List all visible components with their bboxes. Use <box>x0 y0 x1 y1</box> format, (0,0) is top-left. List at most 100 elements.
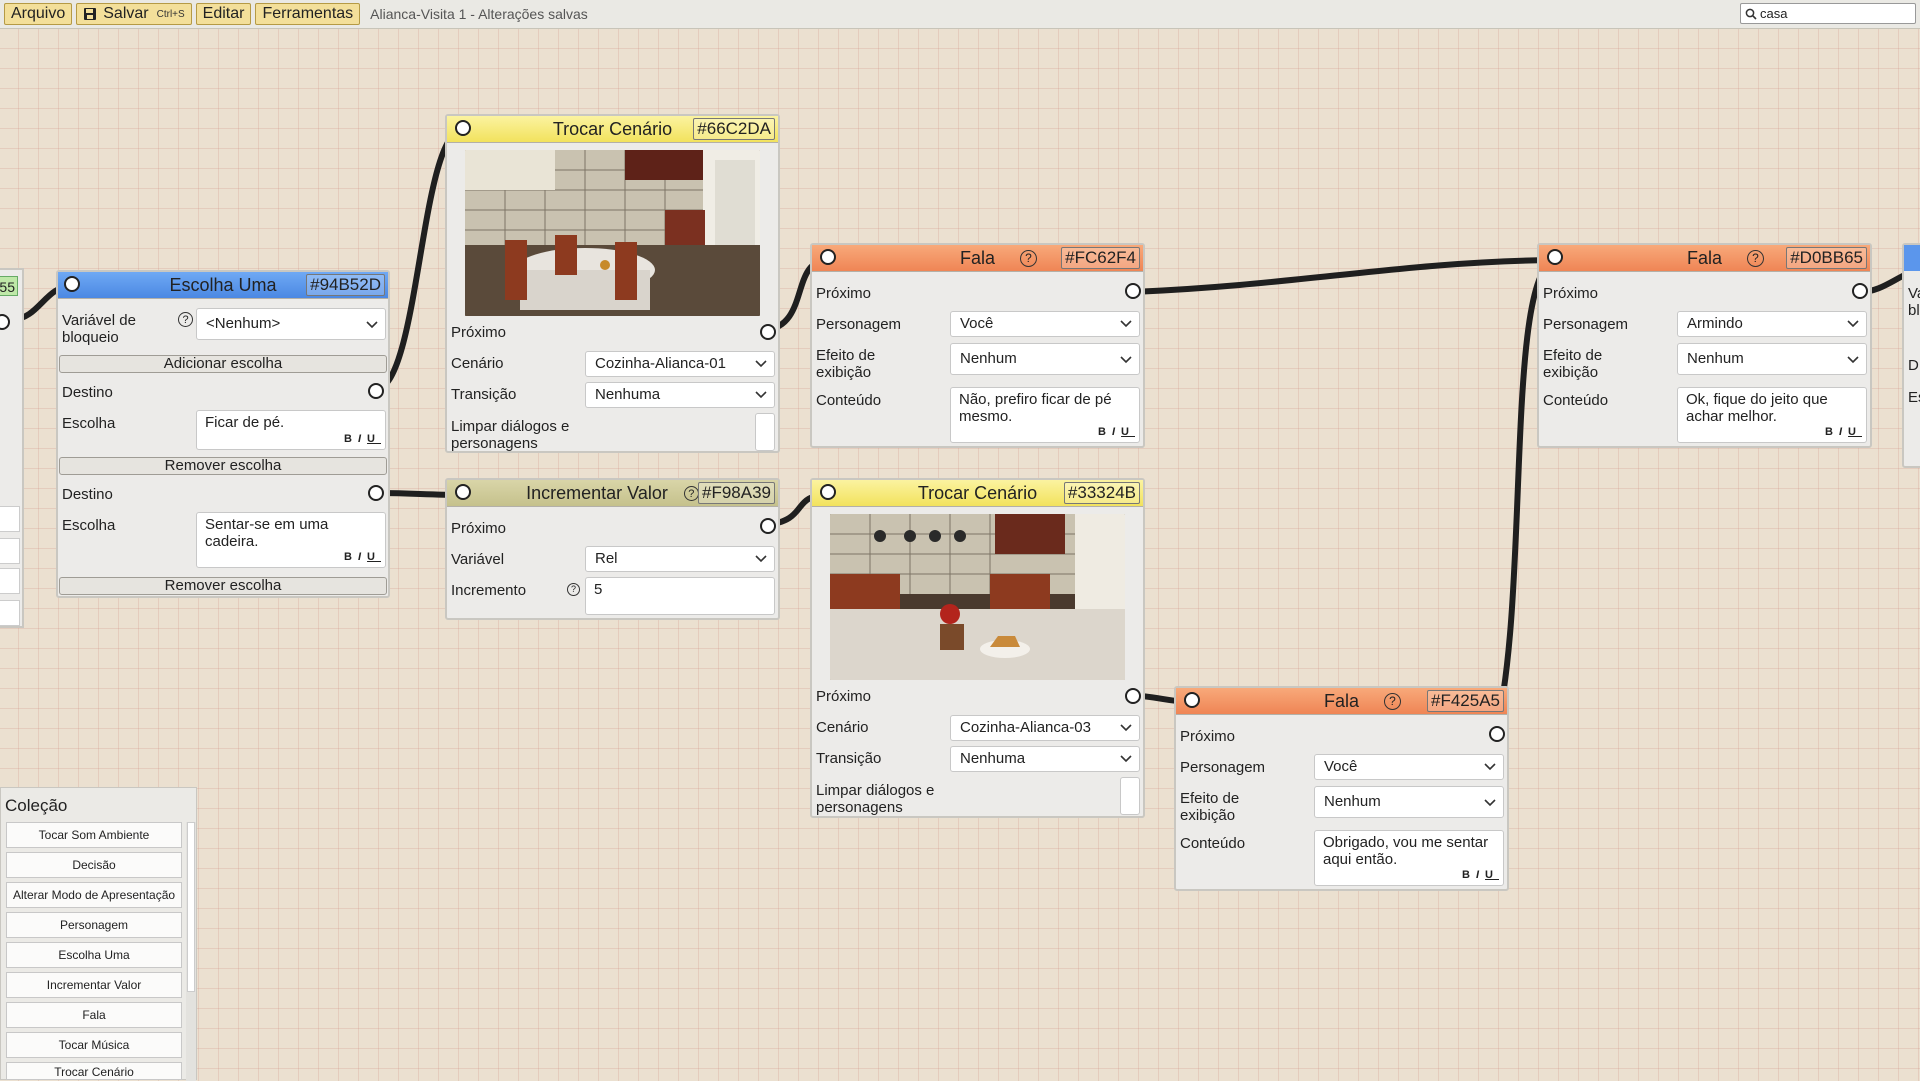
remove-choice-button-2[interactable]: Remover escolha <box>59 577 387 595</box>
collection-item[interactable]: Alterar Modo de Apresentação <box>6 882 182 908</box>
help-icon[interactable]: ? <box>1747 250 1764 267</box>
character-select[interactable]: Armindo <box>1677 311 1867 337</box>
collection-item[interactable]: Trocar Cenário <box>6 1062 182 1080</box>
partial-select-1[interactable] <box>0 506 20 532</box>
partial-node-right[interactable]: Va bl D Es <box>1902 243 1920 468</box>
character-value: Você <box>1324 758 1358 775</box>
lock-var-select[interactable]: <Nenhum> <box>196 308 386 340</box>
transition-select[interactable]: Nenhuma <box>585 382 775 408</box>
format-buttons[interactable]: BIU <box>1462 867 1499 884</box>
collection-item[interactable]: Tocar Música <box>6 1032 182 1058</box>
node-fala-3[interactable]: Fala ? #D0BB65 Próximo Personagem Armind… <box>1537 243 1872 448</box>
collection-item[interactable]: Incrementar Valor <box>6 972 182 998</box>
partial-node-left[interactable]: 55 <box>0 268 24 628</box>
next-label: Próximo <box>816 285 872 302</box>
transition-select[interactable]: Nenhuma <box>950 746 1140 772</box>
effect-select[interactable]: Nenhum <box>1677 343 1867 375</box>
node-header[interactable]: Escolha Uma #94B52D <box>58 272 388 299</box>
format-buttons[interactable]: BIU <box>1098 424 1135 441</box>
scrollbar-thumb[interactable] <box>187 822 195 992</box>
help-icon[interactable]: ? <box>1020 250 1037 267</box>
next-label: Próximo <box>816 688 872 705</box>
port-next[interactable] <box>1125 283 1141 299</box>
search-input[interactable]: casa <box>1740 3 1916 24</box>
node-fala-2[interactable]: Fala ? #F425A5 Próximo Personagem Você E… <box>1174 686 1509 891</box>
node-trocar-cenario-1[interactable]: Trocar Cenário #66C2DA Próximo Cenário C… <box>445 114 780 453</box>
port-in[interactable] <box>64 276 80 292</box>
port-out[interactable] <box>0 314 10 330</box>
help-icon[interactable]: ? <box>683 485 699 501</box>
port-next[interactable] <box>760 324 776 340</box>
menu-file[interactable]: Arquivo <box>4 3 73 25</box>
choice-2-textarea[interactable]: Sentar-se em uma cadeira. BIU <box>196 512 386 568</box>
port-next[interactable] <box>1125 688 1141 704</box>
node-incrementar-valor[interactable]: Incrementar Valor ? #F98A39 Próximo Vari… <box>445 478 780 620</box>
port-dest-2[interactable] <box>368 485 384 501</box>
format-buttons[interactable]: BIU <box>344 549 381 566</box>
transition-label: Transição <box>451 386 517 403</box>
menu-tools[interactable]: Ferramentas <box>255 3 361 25</box>
node-id: #33324B <box>1063 482 1140 504</box>
character-select[interactable]: Você <box>1314 754 1504 780</box>
partial-select-4[interactable] <box>0 600 20 626</box>
node-header[interactable]: Trocar Cenário #66C2DA <box>447 116 778 143</box>
chevron-down-icon <box>1484 799 1496 807</box>
content-textarea[interactable]: Ok, fique do jeito que achar melhor. BIU <box>1677 387 1867 443</box>
character-select[interactable]: Você <box>950 311 1140 337</box>
lock-var-value: <Nenhum> <box>206 315 281 332</box>
format-buttons[interactable]: BIU <box>344 431 381 448</box>
content-textarea[interactable]: Obrigado, vou me sentar aqui então. BIU <box>1314 830 1504 886</box>
node-escolha-uma[interactable]: Escolha Uma #94B52D Variável de bloqueio… <box>56 270 390 598</box>
port-in[interactable] <box>1547 249 1563 265</box>
content-textarea[interactable]: Não, prefiro ficar de pé mesmo. BIU <box>950 387 1140 443</box>
save-button[interactable]: Salvar Ctrl+S <box>76 3 192 25</box>
partial-select-3[interactable] <box>0 568 20 594</box>
scene-select[interactable]: Cozinha-Alianca-01 <box>585 351 775 377</box>
help-icon[interactable]: ? <box>1384 693 1401 710</box>
effect-select[interactable]: Nenhum <box>950 343 1140 375</box>
collection-item[interactable]: Tocar Som Ambiente <box>6 822 182 848</box>
format-buttons[interactable]: BIU <box>1825 424 1862 441</box>
collection-item[interactable]: Fala <box>6 1002 182 1028</box>
port-in[interactable] <box>455 120 471 136</box>
port-next[interactable] <box>1852 283 1868 299</box>
port-in[interactable] <box>820 249 836 265</box>
collection-item[interactable]: Escolha Uma <box>6 942 182 968</box>
port-in[interactable] <box>455 484 471 500</box>
help-icon[interactable]: ? <box>567 583 580 596</box>
clear-checkbox[interactable] <box>1120 777 1140 815</box>
choice-1-textarea[interactable]: Ficar de pé. BIU <box>196 410 386 450</box>
chevron-down-icon <box>1120 356 1132 364</box>
port-next[interactable] <box>1489 726 1505 742</box>
port-next[interactable] <box>760 518 776 534</box>
effect-label: Efeito de exibição <box>816 347 876 381</box>
node-trocar-cenario-2[interactable]: Trocar Cenário #33324B Próximo Cenário C… <box>810 478 1145 818</box>
variable-select[interactable]: Rel <box>585 546 775 572</box>
collection-item[interactable]: Personagem <box>6 912 182 938</box>
node-header[interactable]: Trocar Cenário #33324B <box>812 480 1143 507</box>
choice-2-text: Sentar-se em uma cadeira. <box>205 516 329 550</box>
add-choice-button[interactable]: Adicionar escolha <box>59 355 387 373</box>
menu-edit[interactable]: Editar <box>195 3 252 25</box>
clear-checkbox[interactable] <box>755 413 775 451</box>
increment-input[interactable]: 5 <box>585 577 775 615</box>
node-header[interactable]: Fala ? #F425A5 <box>1176 688 1507 715</box>
transition-label: Transição <box>816 750 882 767</box>
port-dest-1[interactable] <box>368 383 384 399</box>
remove-choice-button-1[interactable]: Remover escolha <box>59 457 387 475</box>
port-in[interactable] <box>820 484 836 500</box>
collection-item[interactable]: Decisão <box>6 852 182 878</box>
collection-scrollbar[interactable] <box>186 822 196 1081</box>
node-fala-1[interactable]: Fala ? #FC62F4 Próximo Personagem Você E… <box>810 243 1145 448</box>
chevron-down-icon <box>1120 320 1132 328</box>
port-in[interactable] <box>1184 692 1200 708</box>
node-header[interactable]: Incrementar Valor ? #F98A39 <box>447 480 778 507</box>
effect-select[interactable]: Nenhum <box>1314 786 1504 818</box>
scene-select[interactable]: Cozinha-Alianca-03 <box>950 715 1140 741</box>
increment-value: 5 <box>594 581 603 598</box>
node-header[interactable]: Fala ? #D0BB65 <box>1539 245 1870 272</box>
help-icon[interactable]: ? <box>178 312 193 327</box>
node-header[interactable]: Fala ? #FC62F4 <box>812 245 1143 272</box>
character-label: Personagem <box>816 316 902 333</box>
partial-select-2[interactable] <box>0 538 20 564</box>
